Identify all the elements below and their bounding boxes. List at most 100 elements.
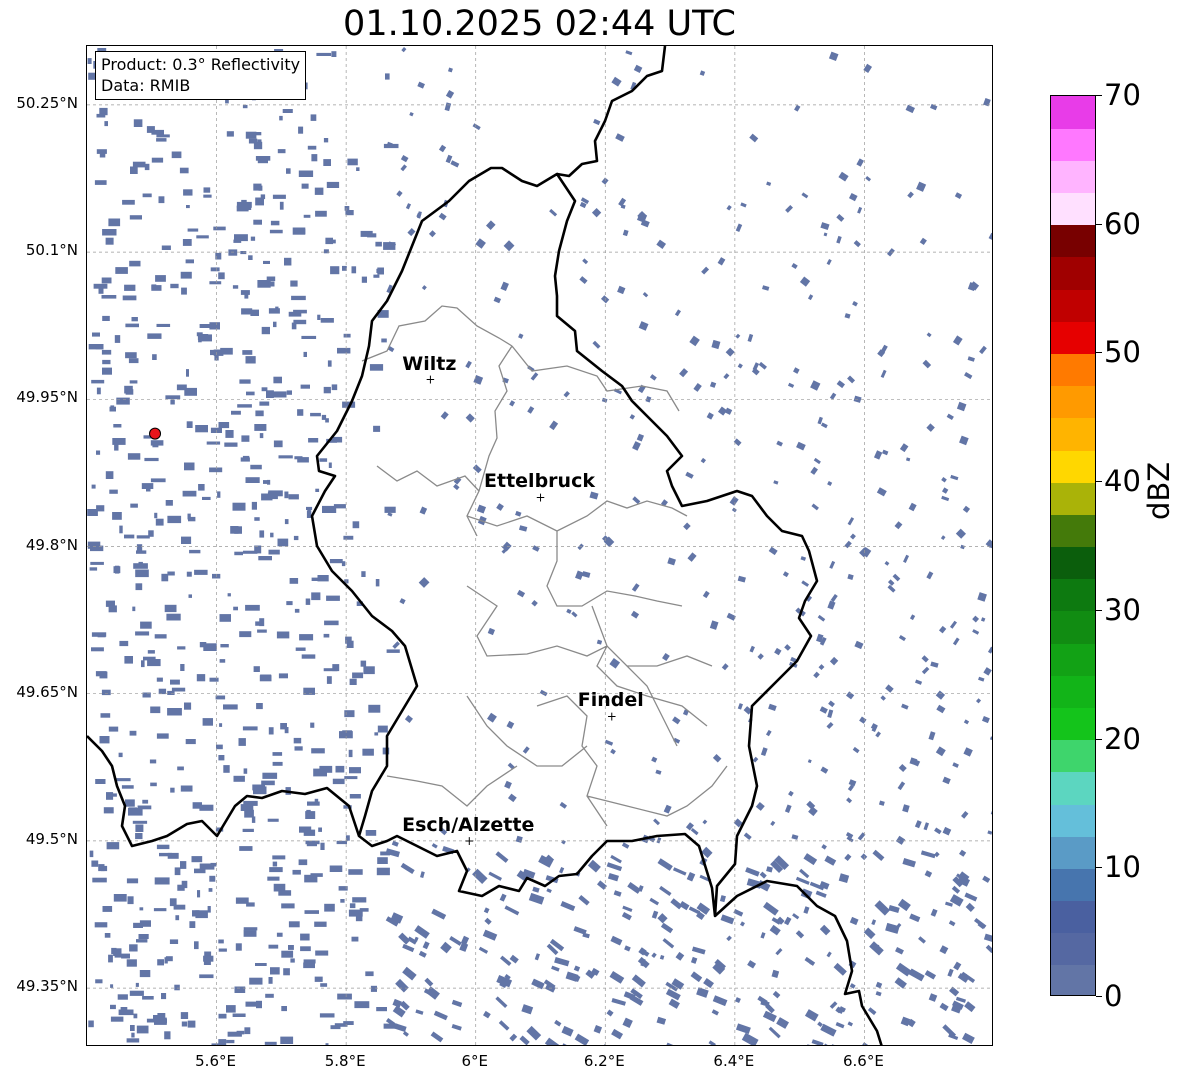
echo-cell <box>170 787 175 793</box>
echo-cell <box>255 410 264 417</box>
echo-cell <box>817 416 823 425</box>
echo-cell <box>242 828 254 832</box>
product-label: Product: 0.3° Reflectivity <box>101 55 301 74</box>
echo-cell <box>110 984 114 988</box>
echo-cell <box>636 433 645 442</box>
echo-cell <box>114 443 119 451</box>
echo-cell <box>376 1007 387 1012</box>
colorbar-segment <box>1051 836 1095 869</box>
echo-cell <box>656 1016 667 1025</box>
echo-cell <box>483 907 490 914</box>
echo-cell <box>749 133 759 143</box>
echo-cell <box>414 925 430 939</box>
echo-cell <box>314 798 319 803</box>
echo-cell <box>136 535 150 539</box>
city-marker: + <box>607 709 617 723</box>
echo-cell <box>234 986 246 993</box>
echo-cell <box>836 235 842 244</box>
echo-cell <box>819 706 828 714</box>
echo-cell <box>935 690 946 700</box>
echo-cell <box>281 1006 287 1012</box>
echo-cell <box>196 235 209 239</box>
echo-cell <box>140 621 152 629</box>
radar-map[interactable]: + + + + <box>86 45 993 1046</box>
echo-cell <box>384 506 396 513</box>
echo-cell <box>161 993 167 1000</box>
echo-cell <box>946 413 954 421</box>
lon-tick-label: 6.6°E <box>843 1052 884 1070</box>
echo-cell <box>191 856 203 863</box>
echo-cell <box>726 205 732 211</box>
echo-cell <box>186 571 192 577</box>
echo-cell <box>101 295 117 299</box>
colorbar-tick-label: 40 <box>1104 464 1141 499</box>
echo-cell <box>551 965 560 972</box>
echo-cell <box>177 766 184 771</box>
echo-cell <box>282 109 293 113</box>
echo-cell <box>176 384 187 391</box>
echo-cell <box>920 850 936 859</box>
echo-cell <box>592 340 601 349</box>
echo-cell <box>723 373 730 380</box>
echo-cell <box>103 807 114 814</box>
echo-cell <box>144 163 150 171</box>
echo-cell <box>289 578 299 584</box>
echo-cell <box>272 861 278 867</box>
echo-cell <box>844 853 852 862</box>
echo-cell <box>161 245 171 250</box>
echo-cell <box>915 679 923 685</box>
echo-cell <box>836 214 845 222</box>
echo-cell <box>132 606 136 612</box>
echo-cell <box>352 521 360 529</box>
echo-cell <box>188 594 192 598</box>
echo-cell <box>301 183 309 189</box>
echo-cell <box>261 780 275 786</box>
echo-cell <box>326 676 332 684</box>
echo-cell <box>803 906 810 914</box>
echo-cell <box>218 939 224 944</box>
echo-cell <box>374 732 379 736</box>
echo-cell <box>591 208 602 218</box>
echo-cell <box>672 867 687 876</box>
echo-cell <box>409 112 414 117</box>
echo-cell <box>760 747 768 757</box>
echo-cell <box>106 792 114 800</box>
echo-cell <box>482 1010 491 1019</box>
echo-cell <box>253 141 263 150</box>
echo-cell <box>245 604 260 611</box>
echo-cell <box>98 288 104 294</box>
echo-cell <box>818 664 825 671</box>
echo-cell <box>311 154 318 162</box>
echo-cell <box>198 335 202 343</box>
echo-cell <box>194 569 208 575</box>
echo-cell <box>370 985 377 992</box>
echo-cell <box>601 1044 612 1045</box>
echo-cell <box>978 676 985 682</box>
echo-cell <box>360 230 373 237</box>
echo-cell <box>170 283 179 289</box>
echo-cell <box>827 709 834 719</box>
echo-cell <box>613 890 622 897</box>
echo-cell <box>846 797 853 804</box>
echo-cell <box>223 704 238 710</box>
echo-cell <box>418 950 427 958</box>
echo-cell <box>701 266 710 275</box>
echo-cell <box>776 1017 789 1029</box>
echo-cell <box>299 826 312 833</box>
echo-cell <box>887 584 896 593</box>
echo-cell <box>327 360 332 367</box>
echo-cell <box>195 910 208 919</box>
echo-cell <box>167 515 182 524</box>
echo-cell <box>310 412 321 417</box>
echo-cell <box>131 1032 135 1038</box>
echo-cell <box>249 931 256 936</box>
echo-cell <box>210 862 217 867</box>
echo-cell <box>202 718 213 726</box>
echo-cell <box>381 338 387 343</box>
echo-cell <box>315 488 320 492</box>
echo-cell <box>377 267 384 275</box>
echo-cell <box>169 939 179 944</box>
echo-cell <box>189 549 201 554</box>
echo-cell <box>210 267 220 272</box>
echo-cell <box>560 901 576 912</box>
